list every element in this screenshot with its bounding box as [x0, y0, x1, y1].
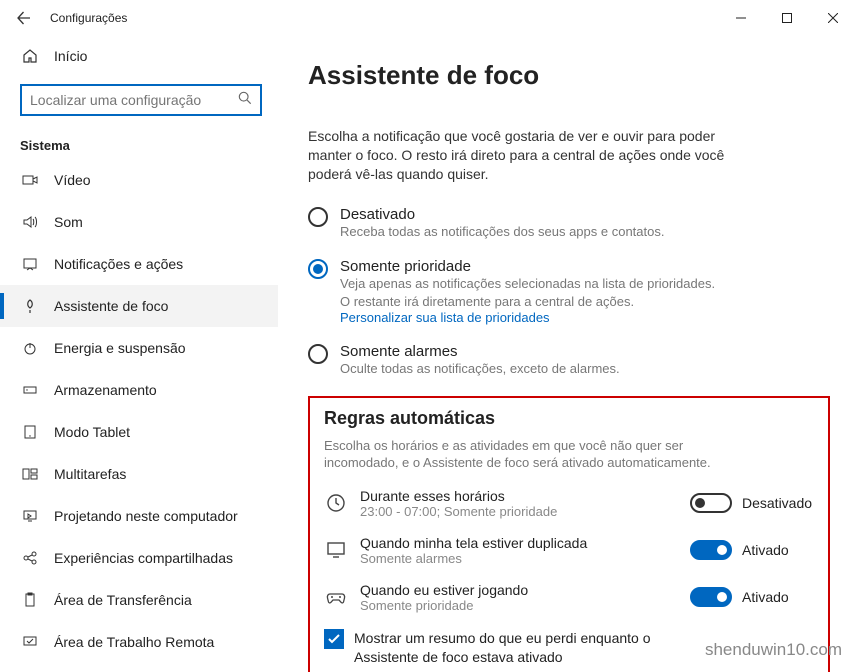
focus-icon	[20, 298, 40, 314]
toggle-gaming-label: Ativado	[742, 589, 814, 605]
page-title: Assistente de foco	[308, 60, 830, 91]
back-button[interactable]	[4, 0, 44, 36]
radio-icon	[308, 259, 328, 279]
arrow-left-icon	[16, 10, 32, 26]
sidebar-item-label: Assistente de foco	[54, 298, 168, 314]
toggle-hours[interactable]	[690, 493, 732, 513]
radio-icon	[308, 207, 328, 227]
sidebar-item-storage[interactable]: Armazenamento	[0, 369, 278, 411]
titlebar: Configurações	[0, 0, 860, 36]
checkbox-icon	[324, 629, 344, 649]
sidebar-item-clipboard[interactable]: Área de Transferência	[0, 579, 278, 621]
search-icon	[238, 91, 252, 110]
intro-text: Escolha a notificação que você gostaria …	[308, 127, 738, 184]
projecting-icon	[20, 508, 40, 524]
search-field[interactable]	[30, 92, 238, 108]
auto-rules-title: Regras automáticas	[324, 408, 814, 429]
clipboard-icon	[20, 592, 40, 608]
maximize-button[interactable]	[764, 0, 810, 36]
sidebar-item-multitasking[interactable]: Multitarefas	[0, 453, 278, 495]
home-icon	[20, 48, 40, 64]
option-alarms-title: Somente alarmes	[340, 343, 620, 360]
shared-icon	[20, 550, 40, 566]
multitask-icon	[20, 466, 40, 482]
section-header: Sistema	[0, 128, 278, 159]
option-alarms-desc: Oculte todas as notificações, exceto de …	[340, 360, 620, 378]
rule-gaming-title: Quando eu estiver jogando	[360, 582, 690, 598]
rule-hours-title: Durante esses horários	[360, 488, 690, 504]
sidebar-item-label: Armazenamento	[54, 382, 157, 398]
radio-icon	[308, 344, 328, 364]
sidebar-item-label: Área de Trabalho Remota	[54, 634, 214, 650]
sidebar-item-label: Modo Tablet	[54, 424, 130, 440]
home-link[interactable]: Início	[0, 36, 278, 76]
toggle-duplicated[interactable]	[690, 540, 732, 560]
sidebar-item-notifications[interactable]: Notificações e ações	[0, 243, 278, 285]
option-priority-desc: Veja apenas as notificações selecionadas…	[340, 275, 720, 310]
rule-duplicated[interactable]: Quando minha tela estiver duplicada Some…	[324, 535, 814, 566]
sidebar-item-remote[interactable]: Área de Trabalho Remota	[0, 621, 278, 663]
sidebar: Início Sistema Vídeo Som Notificações e …	[0, 36, 278, 672]
option-off[interactable]: Desativado Receba todas as notificações …	[308, 206, 748, 241]
rule-duplicated-sub: Somente alarmes	[360, 551, 690, 566]
customize-priority-link[interactable]: Personalizar sua lista de prioridades	[340, 310, 720, 325]
watermark: shenduwin10.com	[705, 640, 842, 660]
rule-gaming-sub: Somente prioridade	[360, 598, 690, 613]
sidebar-item-about[interactable]: Sobre	[0, 663, 278, 672]
sidebar-item-label: Projetando neste computador	[54, 508, 238, 524]
sidebar-item-label: Energia e suspensão	[54, 340, 186, 356]
minimize-button[interactable]	[718, 0, 764, 36]
sidebar-item-label: Área de Transferência	[54, 592, 192, 608]
sidebar-item-label: Vídeo	[54, 172, 91, 188]
automatic-rules-section: Regras automáticas Escolha os horários e…	[308, 396, 830, 672]
gamepad-icon	[324, 586, 348, 608]
sidebar-item-label: Multitarefas	[54, 466, 126, 482]
monitor-icon	[324, 539, 348, 561]
option-off-desc: Receba todas as notificações dos seus ap…	[340, 223, 664, 241]
sidebar-item-sound[interactable]: Som	[0, 201, 278, 243]
home-label: Início	[54, 48, 87, 64]
sidebar-item-shared[interactable]: Experiências compartilhadas	[0, 537, 278, 579]
sidebar-item-tablet[interactable]: Modo Tablet	[0, 411, 278, 453]
sidebar-item-power[interactable]: Energia e suspensão	[0, 327, 278, 369]
sound-icon	[20, 214, 40, 230]
power-icon	[20, 340, 40, 356]
sidebar-item-projecting[interactable]: Projetando neste computador	[0, 495, 278, 537]
toggle-duplicated-label: Ativado	[742, 542, 814, 558]
sidebar-item-label: Notificações e ações	[54, 256, 183, 272]
remote-icon	[20, 634, 40, 650]
search-input[interactable]	[20, 84, 262, 116]
clock-icon	[324, 492, 348, 514]
option-priority-title: Somente prioridade	[340, 258, 720, 275]
sidebar-item-label: Experiências compartilhadas	[54, 550, 233, 566]
sidebar-item-focus-assist[interactable]: Assistente de foco	[0, 285, 278, 327]
option-alarms[interactable]: Somente alarmes Oculte todas as notifica…	[308, 343, 748, 378]
window-title: Configurações	[50, 11, 127, 25]
toggle-hours-label: Desativado	[742, 495, 814, 511]
rule-gaming[interactable]: Quando eu estiver jogando Somente priori…	[324, 582, 814, 613]
toggle-gaming[interactable]	[690, 587, 732, 607]
rule-hours[interactable]: Durante esses horários 23:00 - 07:00; So…	[324, 488, 814, 519]
close-button[interactable]	[810, 0, 856, 36]
auto-rules-desc: Escolha os horários e as atividades em q…	[324, 437, 724, 472]
option-off-title: Desativado	[340, 206, 664, 223]
notifications-icon	[20, 256, 40, 272]
rule-duplicated-title: Quando minha tela estiver duplicada	[360, 535, 690, 551]
tablet-icon	[20, 424, 40, 440]
rule-hours-sub: 23:00 - 07:00; Somente prioridade	[360, 504, 690, 519]
main-pane: Assistente de foco Escolha a notificação…	[278, 36, 860, 672]
sidebar-item-video[interactable]: Vídeo	[0, 159, 278, 201]
video-icon	[20, 172, 40, 188]
sidebar-item-label: Som	[54, 214, 83, 230]
summary-label: Mostrar um resumo do que eu perdi enquan…	[354, 629, 714, 667]
storage-icon	[20, 382, 40, 398]
option-priority[interactable]: Somente prioridade Veja apenas as notifi…	[308, 258, 748, 325]
